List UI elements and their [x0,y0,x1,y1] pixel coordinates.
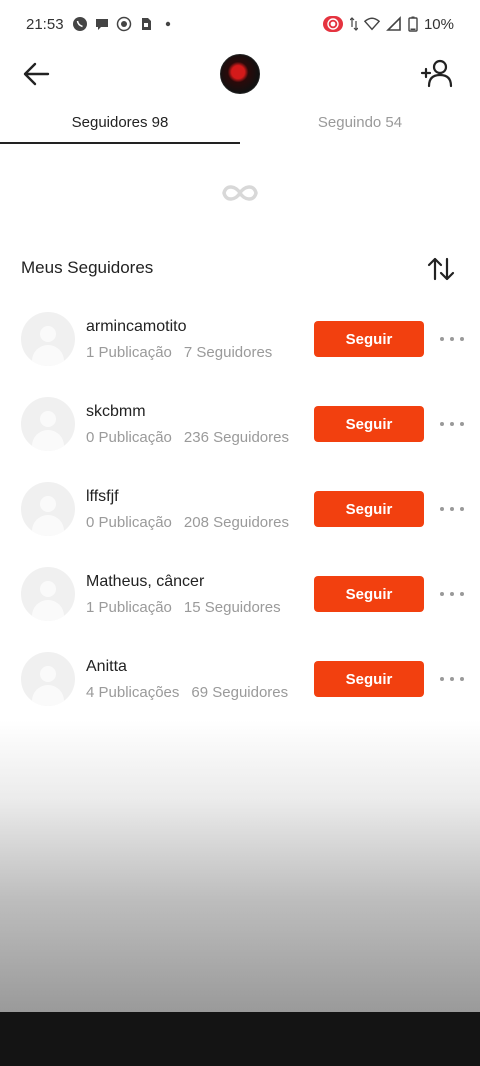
list-item[interactable]: lffsfjf 0 Publicação 208 Seguidores Segui… [0,470,480,555]
follow-button[interactable]: Seguir [314,321,424,357]
follower-meta: 1 Publicação 7 Seguidores [86,344,296,361]
follow-button[interactable]: Seguir [314,491,424,527]
data-arrows-icon [349,16,358,32]
tab-following[interactable]: Seguindo 54 [240,104,480,144]
section-title: Meus Seguidores [21,258,154,277]
follow-button[interactable]: Seguir [314,576,424,612]
follower-name[interactable]: skcbmm [86,403,146,421]
follower-meta: 4 Publicações 69 Seguidores [86,684,296,701]
posts-count: 0 Publicação [86,429,172,446]
app-header [0,48,480,100]
posts-count: 1 Publicação [86,599,172,616]
list-item[interactable]: Anitta 4 Publicações 69 Seguidores Seguir [0,640,480,725]
followers-count: 15 Seguidores [183,599,281,616]
avatar[interactable] [21,312,75,366]
followers-list: armincamotito 1 Publicação 7 Seguidores S… [0,300,480,725]
followers-count: 208 Seguidores [183,514,289,531]
whatsapp-icon [72,16,88,32]
follower-meta: 1 Publicação 15 Seguidores [86,599,296,616]
more-options-icon[interactable] [440,585,464,603]
followers-count: 69 Seguidores [191,684,289,701]
status-bar: 21:53 10% [0,0,480,48]
follower-name[interactable]: lffsfjf [86,488,119,506]
more-options-icon[interactable] [440,670,464,688]
avatar[interactable] [21,482,75,536]
list-item[interactable]: skcbmm 0 Publicação 236 Seguidores Seguir [0,385,480,470]
back-button[interactable] [20,58,52,90]
status-time: 21:53 [26,15,64,33]
avatar[interactable] [21,397,75,451]
more-options-icon[interactable] [440,415,464,433]
followers-screen: 21:53 10% Seguidores 98 Seguindo 54 Meus… [0,0,480,1066]
system-navigation-bar [0,1012,480,1066]
loading-infinity-icon [218,178,262,208]
posts-count: 0 Publicação [86,514,172,531]
battery-level: 10% [423,15,454,33]
add-user-icon [420,59,453,88]
dot-icon [160,16,176,32]
screen-record-icon [322,16,344,32]
chat-icon [94,16,110,32]
more-options-icon[interactable] [440,500,464,518]
follower-name[interactable]: Anitta [86,658,127,676]
signal-icon [386,16,402,32]
sort-arrows-icon [427,257,455,281]
follower-name[interactable]: Matheus, câncer [86,573,204,591]
avatar[interactable] [21,652,75,706]
posts-count: 4 Publicações [86,684,180,701]
battery-icon [408,16,418,32]
follower-name[interactable]: armincamotito [86,318,186,336]
wifi-icon [363,16,380,32]
tab-followers[interactable]: Seguidores 98 [0,104,240,144]
follow-button[interactable]: Seguir [314,406,424,442]
active-tab-indicator [0,142,240,144]
follower-meta: 0 Publicação 208 Seguidores [86,514,296,531]
avatar[interactable] [21,567,75,621]
followers-count: 7 Seguidores [183,344,273,361]
follow-button[interactable]: Seguir [314,661,424,697]
posts-count: 1 Publicação [86,344,172,361]
arrow-left-icon [23,62,50,86]
tabs: Seguidores 98 Seguindo 54 [0,104,480,146]
sort-button[interactable] [426,254,456,284]
more-options-icon[interactable] [440,330,464,348]
follower-meta: 0 Publicação 236 Seguidores [86,429,296,446]
add-user-button[interactable] [420,58,454,90]
sim-icon [138,16,154,32]
record-icon [116,16,132,32]
followers-count: 236 Seguidores [183,429,289,446]
profile-avatar[interactable] [220,54,260,94]
list-item[interactable]: Matheus, câncer 1 Publicação 15 Seguidore… [0,555,480,640]
list-item[interactable]: armincamotito 1 Publicação 7 Seguidores S… [0,300,480,385]
